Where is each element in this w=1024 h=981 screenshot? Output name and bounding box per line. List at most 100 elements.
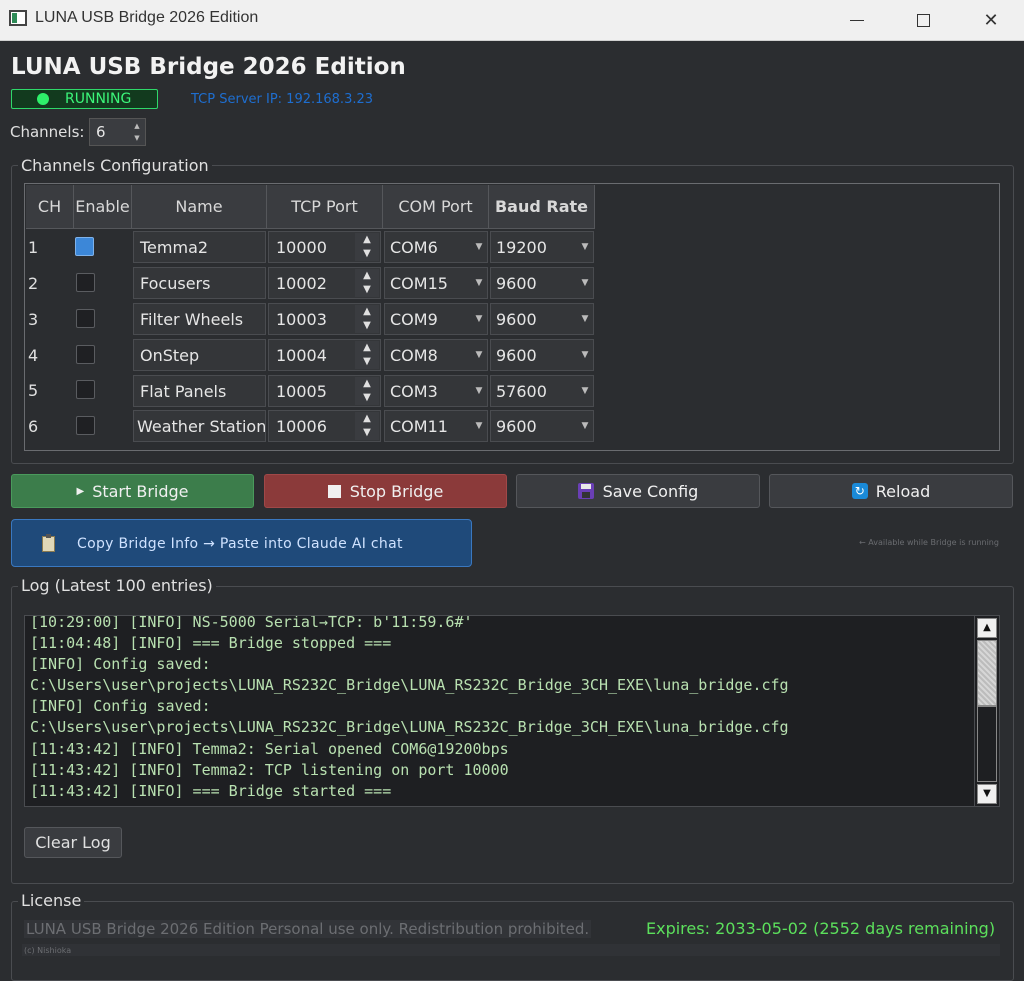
spin-down-icon[interactable]: ▼ xyxy=(355,283,379,297)
enable-checkbox[interactable] xyxy=(76,416,95,435)
row-ch: 5 xyxy=(28,381,39,400)
status-text: RUNNING xyxy=(65,91,132,107)
tcp-port-spinbox[interactable]: 10002 ▲ ▼ xyxy=(268,267,381,299)
reload-button[interactable]: ↻ Reload xyxy=(769,474,1013,508)
chevron-down-icon: ▼ xyxy=(475,386,483,396)
chevron-down-icon: ▼ xyxy=(581,242,589,252)
start-bridge-button[interactable]: ▶ Start Bridge xyxy=(11,474,254,508)
channels-config-label: Channels Configuration xyxy=(18,156,212,175)
spin-up-icon[interactable]: ▲ xyxy=(355,341,379,355)
tcp-port-spinbox[interactable]: 10004 ▲ ▼ xyxy=(268,339,381,371)
scroll-up-icon[interactable]: ▲ xyxy=(977,618,997,638)
close-button[interactable]: ✕ xyxy=(958,0,1024,40)
com-port-select[interactable]: COM9 ▼ xyxy=(384,303,488,335)
log-textarea[interactable]: [10:29:00] [INFO] NS-5000 Serial→TCP: b'… xyxy=(24,615,1000,807)
tcp-port-spinbox[interactable]: 10003 ▲ ▼ xyxy=(268,303,381,335)
column-header-ch: CH xyxy=(26,185,74,229)
tcp-port-spinbox[interactable]: 10000 ▲ ▼ xyxy=(268,231,381,263)
row-ch: 3 xyxy=(28,310,39,329)
channels-spinbox[interactable]: 6 ▲ ▼ xyxy=(89,118,146,146)
maximize-icon xyxy=(916,13,930,27)
spin-up-icon[interactable]: ▲ xyxy=(355,269,379,283)
tcp-port-spinbox[interactable]: 10006 ▲ ▼ xyxy=(268,410,381,442)
baud-rate-select[interactable]: 9600 ▼ xyxy=(490,267,594,299)
scrollbar-track[interactable] xyxy=(977,706,997,782)
license-expiry: Expires: 2033-05-02 (2552 days remaining… xyxy=(646,919,996,938)
spin-up-icon[interactable]: ▲ xyxy=(355,377,379,391)
baud-rate-select[interactable]: 9600 ▼ xyxy=(490,410,594,442)
spin-down-icon[interactable]: ▼ xyxy=(355,319,379,333)
chevron-down-icon: ▼ xyxy=(475,242,483,252)
log-line: [INFO] Config saved: xyxy=(30,697,211,715)
log-label: Log (Latest 100 entries) xyxy=(18,576,216,595)
baud-rate-value: 19200 xyxy=(496,238,547,257)
license-group xyxy=(11,901,1014,981)
log-line: [11:04:48] [INFO] === Bridge stopped === xyxy=(30,634,392,652)
enable-checkbox[interactable] xyxy=(76,380,95,399)
chevron-down-icon: ▼ xyxy=(475,350,483,360)
com-port-select[interactable]: COM15 ▼ xyxy=(384,267,488,299)
enable-checkbox[interactable] xyxy=(76,273,95,292)
baud-rate-select[interactable]: 9600 ▼ xyxy=(490,339,594,371)
log-scrollbar[interactable]: ▲ ▼ xyxy=(974,616,999,806)
spin-up-icon[interactable]: ▲ xyxy=(355,412,379,426)
window-title: LUNA USB Bridge 2026 Edition xyxy=(35,9,259,26)
reload-label: Reload xyxy=(875,481,931,501)
com-port-select[interactable]: COM8 ▼ xyxy=(384,339,488,371)
spin-down-icon[interactable]: ▼ xyxy=(355,247,379,261)
com-port-select[interactable]: COM3 ▼ xyxy=(384,375,488,407)
row-ch: 4 xyxy=(28,346,39,365)
maximize-button[interactable] xyxy=(890,0,956,40)
title-bar: LUNA USB Bridge 2026 Edition ✕ xyxy=(0,0,1024,41)
baud-rate-select[interactable]: 9600 ▼ xyxy=(490,303,594,335)
license-label: License xyxy=(18,891,85,910)
baud-rate-select[interactable]: 57600 ▼ xyxy=(490,375,594,407)
available-note: ← Available while Bridge is running xyxy=(859,538,999,547)
close-icon: ✕ xyxy=(983,9,999,31)
log-line: [11:43:42] [INFO] Temma2: TCP listening … xyxy=(30,761,509,779)
spin-up-icon[interactable]: ▲ xyxy=(131,120,143,132)
channel-name-field[interactable]: Weather Stations xyxy=(133,410,266,442)
tcp-port-spinbox[interactable]: 10005 ▲ ▼ xyxy=(268,375,381,407)
clear-log-button[interactable]: Clear Log xyxy=(24,827,122,858)
copy-bridge-info-button[interactable]: Copy Bridge Info → Paste into Claude AI … xyxy=(11,519,472,567)
channel-name-field[interactable]: Filter Wheels xyxy=(133,303,266,335)
reload-icon: ↻ xyxy=(851,483,868,499)
channel-name-field[interactable]: OnStep xyxy=(133,339,266,371)
stop-bridge-button[interactable]: Stop Bridge xyxy=(264,474,507,508)
column-header-name: Name xyxy=(132,185,267,229)
baud-rate-value: 9600 xyxy=(496,274,537,293)
save-config-button[interactable]: Save Config xyxy=(516,474,760,508)
column-header-baud-rate: Baud Rate xyxy=(489,185,595,229)
spin-down-icon[interactable]: ▼ xyxy=(355,355,379,369)
column-header-com-port: COM Port xyxy=(383,185,489,229)
row-ch: 2 xyxy=(28,274,39,293)
com-port-select[interactable]: COM6 ▼ xyxy=(384,231,488,263)
channel-name-field[interactable]: Temma2 xyxy=(133,231,266,263)
spin-up-icon[interactable]: ▲ xyxy=(355,233,379,247)
log-line: [10:29:00] [INFO] NS-5000 Serial→TCP: b'… xyxy=(30,615,473,631)
scroll-down-icon[interactable]: ▼ xyxy=(977,784,997,804)
channel-name-field[interactable]: Focusers xyxy=(133,267,266,299)
stop-icon xyxy=(327,484,341,498)
enable-checkbox[interactable] xyxy=(76,309,95,328)
chevron-down-icon: ▼ xyxy=(581,421,589,431)
spin-down-icon[interactable]: ▼ xyxy=(355,391,379,405)
save-config-label: Save Config xyxy=(602,481,699,501)
spin-up-icon[interactable]: ▲ xyxy=(355,305,379,319)
chevron-down-icon: ▼ xyxy=(475,421,483,431)
chevron-down-icon: ▼ xyxy=(475,278,483,288)
status-badge: RUNNING xyxy=(11,89,158,109)
spin-down-icon[interactable]: ▼ xyxy=(355,426,379,440)
log-line: [11:43:42] [INFO] === Bridge started === xyxy=(30,782,392,800)
enable-checkbox[interactable] xyxy=(76,345,95,364)
license-text: LUNA USB Bridge 2026 Edition Personal us… xyxy=(24,920,592,938)
enable-checkbox[interactable] xyxy=(75,237,94,256)
channel-name-field[interactable]: Flat Panels xyxy=(133,375,266,407)
baud-rate-select[interactable]: 19200 ▼ xyxy=(490,231,594,263)
spin-down-icon[interactable]: ▼ xyxy=(131,132,143,144)
scrollbar-thumb[interactable] xyxy=(977,640,997,706)
column-header-enable: Enable xyxy=(74,185,132,229)
minimize-button[interactable] xyxy=(824,0,890,40)
com-port-select[interactable]: COM11 ▼ xyxy=(384,410,488,442)
